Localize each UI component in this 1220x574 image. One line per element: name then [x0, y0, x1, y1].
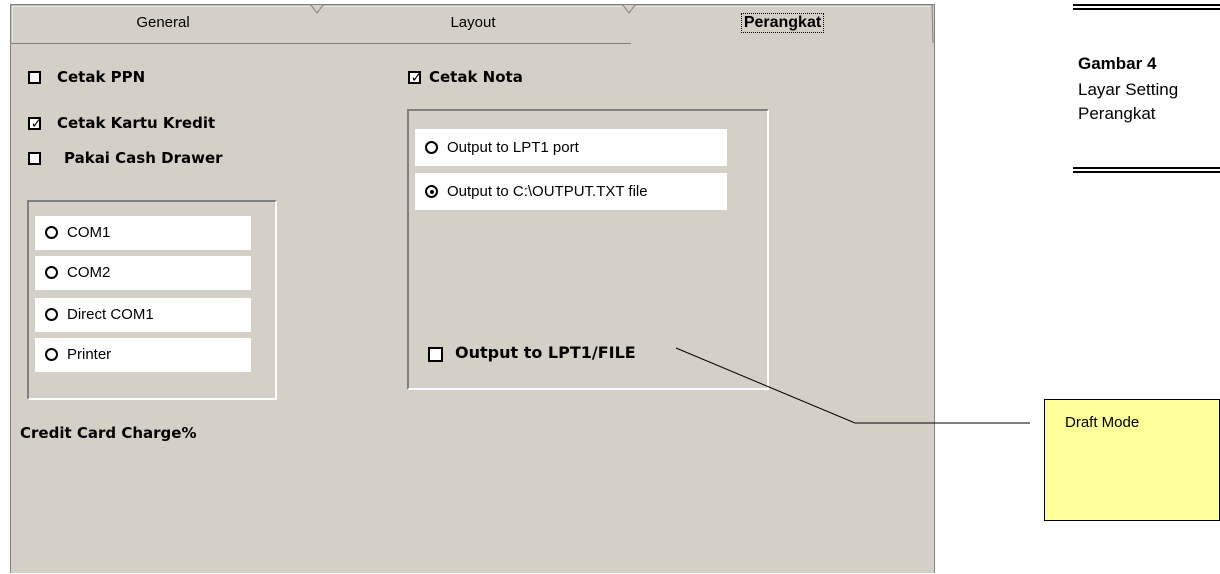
draft-mode-note: Draft Mode [1044, 399, 1220, 521]
caption-title: Gambar 4 [1078, 54, 1157, 73]
caption-line-2: Perangkat [1078, 104, 1156, 123]
caption-bottom-rule [1073, 167, 1220, 173]
draft-mode-note-text: Draft Mode [1065, 414, 1140, 431]
callout-connector [675, 347, 1030, 424]
caption-line-1: Layar Setting [1078, 80, 1179, 99]
caption-top-rule [1073, 4, 1220, 10]
